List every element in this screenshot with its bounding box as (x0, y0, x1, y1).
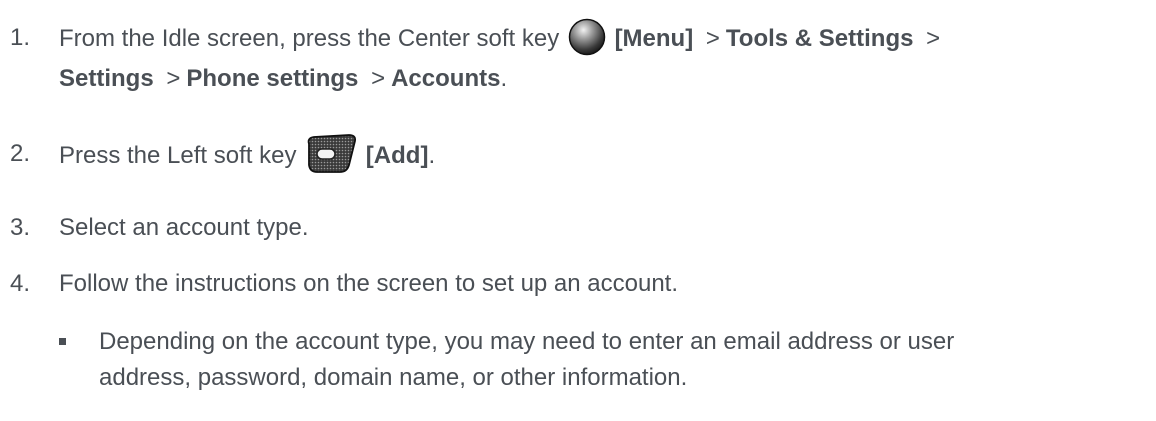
phone-settings-label: Phone settings (186, 65, 359, 92)
bullet-text: Depending on the account type, you may n… (99, 324, 1136, 396)
step-1-end: . (500, 65, 508, 92)
step-text: Select an account type. (59, 214, 309, 241)
step-text: Follow the instructions on the screen to… (59, 270, 679, 297)
step-4: 4. Follow the instructions on the screen… (10, 264, 1136, 304)
separator: > (371, 65, 386, 92)
menu-label: [Menu] (614, 25, 694, 52)
bullet-line-1: Depending on the account type, you may n… (99, 328, 955, 355)
step-text: From the Idle screen, press the Center s… (59, 18, 1136, 99)
separator: > (926, 25, 941, 52)
tools-settings-label: Tools & Settings (725, 25, 914, 52)
accounts-label: Accounts (391, 65, 501, 92)
step-1: 1. From the Idle screen, press the Cente… (10, 18, 1136, 99)
step-number: 3. (10, 214, 31, 241)
step-2-intro: Press the Left soft key (59, 142, 297, 169)
separator: > (166, 65, 181, 92)
step-2-end: . (428, 142, 436, 169)
step-text: Press the Left soft key [Add]. (59, 134, 1136, 176)
center-soft-key-icon (568, 18, 606, 56)
add-label: [Add] (365, 142, 429, 169)
step-number: 2. (10, 140, 31, 167)
step-1-intro: From the Idle screen, press the Center s… (59, 25, 560, 52)
settings-label: Settings (59, 65, 154, 92)
left-soft-key-icon (307, 134, 357, 173)
bullet-item: Depending on the account type, you may n… (59, 324, 1136, 396)
bullet-line-2: address, password, domain name, or other… (99, 364, 688, 391)
step-3: 3. Select an account type. (10, 208, 1136, 248)
step-number: 4. (10, 270, 31, 297)
separator: > (705, 25, 720, 52)
bullet-marker (59, 338, 66, 345)
step-number: 1. (10, 24, 31, 51)
step-2: 2. Press the Left soft key [Add]. (10, 134, 1136, 176)
